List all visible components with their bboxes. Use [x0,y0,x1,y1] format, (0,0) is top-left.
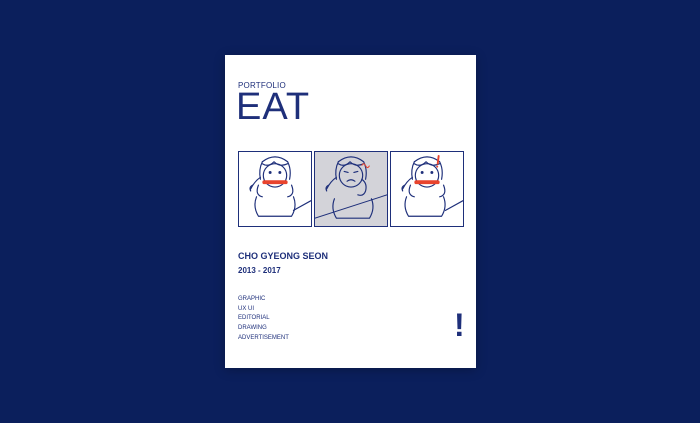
cover-title: EAT [236,86,311,128]
category-list: GRAPHIC UX UI EDITORIAL DRAWING ADVERTIS… [238,295,289,344]
category-item: UX UI [238,305,255,312]
comic-panel-2 [314,151,388,227]
author-name: CHO GYEONG SEON [238,251,329,261]
portfolio-cover: PORTFOLIO EAT CHO GYEONG SEON 2013 - 201… [225,55,476,368]
category-item: GRAPHIC [238,296,266,302]
category-item: DRAWING [238,325,267,332]
category-item: ADVERTISEMENT [238,334,289,341]
exclamation-mark: ! [454,307,465,343]
year-range: 2013 - 2017 [238,266,281,275]
comic-strip [238,151,464,227]
girl-eating-icon [249,156,311,217]
girl-surprised-icon [401,154,463,217]
girl-chewing-icon [315,156,387,219]
comic-panel-3 [390,151,464,227]
category-item: EDITORIAL [238,315,270,322]
comic-panel-1 [238,151,312,227]
